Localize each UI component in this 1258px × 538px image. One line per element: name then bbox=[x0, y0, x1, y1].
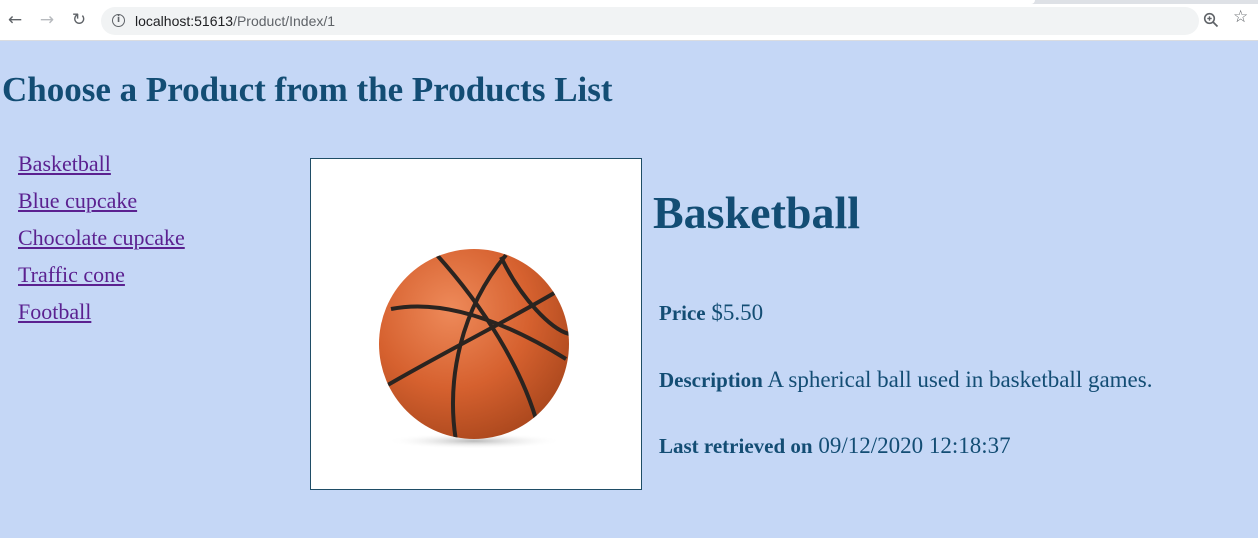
retrieved-row: Last retrieved on 09/12/2020 12:18:37 bbox=[659, 433, 1011, 459]
url-host: localhost:51613 bbox=[135, 13, 234, 29]
list-item: Chocolate cupcake bbox=[18, 225, 185, 262]
back-icon[interactable]: ← bbox=[5, 10, 25, 30]
product-image-frame bbox=[310, 158, 642, 490]
url-path: /Product/Index/1 bbox=[233, 13, 336, 29]
description-label: Description bbox=[659, 368, 763, 392]
price-label: Price bbox=[659, 301, 706, 325]
browser-toolbar: ← → ↻ i localhost:51613/Product/Index/1 … bbox=[0, 0, 1258, 41]
active-tab[interactable] bbox=[0, 0, 1035, 4]
url-text[interactable]: localhost:51613/Product/Index/1 bbox=[135, 13, 335, 29]
bookmark-star-icon[interactable]: ☆ bbox=[1233, 9, 1248, 26]
reload-icon[interactable]: ↻ bbox=[69, 10, 89, 30]
retrieved-label: Last retrieved on bbox=[659, 434, 813, 458]
address-bar[interactable]: i localhost:51613/Product/Index/1 bbox=[101, 7, 1199, 35]
product-link-chocolate-cupcake[interactable]: Chocolate cupcake bbox=[18, 225, 185, 250]
list-item: Football bbox=[18, 299, 185, 336]
page-title: Choose a Product from the Products List bbox=[2, 70, 613, 109]
price-value: $5.50 bbox=[711, 300, 764, 325]
list-item: Blue cupcake bbox=[18, 188, 185, 225]
product-link-basketball[interactable]: Basketball bbox=[18, 151, 111, 176]
product-link-traffic-cone[interactable]: Traffic cone bbox=[18, 262, 125, 287]
zoom-icon[interactable] bbox=[1203, 12, 1219, 33]
description-row: Description A spherical ball used in bas… bbox=[659, 367, 1152, 393]
tab-strip bbox=[0, 0, 1258, 4]
product-list: Basketball Blue cupcake Chocolate cupcak… bbox=[18, 151, 185, 336]
price-row: Price $5.50 bbox=[659, 300, 763, 326]
retrieved-value: 09/12/2020 12:18:37 bbox=[818, 433, 1011, 458]
forward-icon[interactable]: → bbox=[37, 10, 57, 30]
description-value: A spherical ball used in basketball game… bbox=[767, 367, 1153, 392]
product-name: Basketball bbox=[653, 187, 861, 238]
basketball-image bbox=[379, 249, 569, 449]
list-item: Basketball bbox=[18, 151, 185, 188]
list-item: Traffic cone bbox=[18, 262, 185, 299]
info-icon[interactable]: i bbox=[112, 14, 125, 27]
product-link-blue-cupcake[interactable]: Blue cupcake bbox=[18, 188, 137, 213]
product-link-football[interactable]: Football bbox=[18, 299, 91, 324]
